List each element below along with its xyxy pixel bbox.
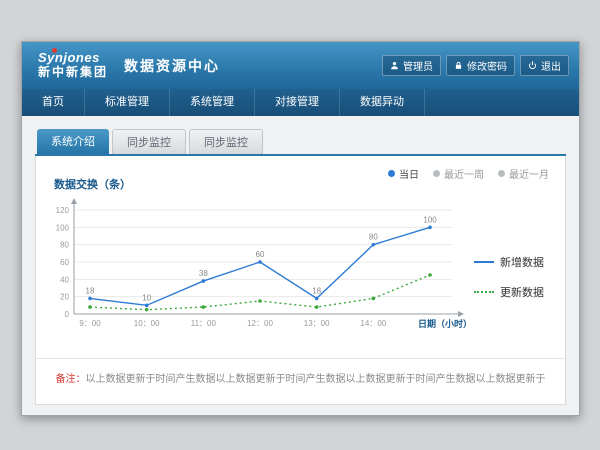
logo-dot-icon bbox=[52, 48, 57, 53]
svg-text:10：00: 10：00 bbox=[134, 319, 160, 328]
legend-item-label: 更新数据 bbox=[500, 284, 544, 300]
line-swatch-icon bbox=[474, 291, 494, 293]
title-bar: Synjones 新中新集团 数据资源中心 管理员 修改密码 退出 bbox=[22, 42, 579, 89]
change-password-button[interactable]: 修改密码 bbox=[446, 55, 515, 76]
svg-text:11：00: 11：00 bbox=[191, 319, 217, 328]
svg-text:0: 0 bbox=[65, 310, 70, 319]
svg-text:日期（小时）: 日期（小时） bbox=[418, 318, 472, 329]
chart-row: 0 20 40 60 80 100 120 9：00 10：00 11：00 12：00 13：00 1… bbox=[44, 194, 559, 346]
nav-item-home[interactable]: 首页 bbox=[22, 89, 85, 116]
svg-text:38: 38 bbox=[199, 269, 208, 278]
svg-text:13：00: 13：00 bbox=[304, 319, 330, 328]
filter-today-label: 当日 bbox=[399, 166, 419, 181]
tabs-bar: 系统介绍 同步监控 同步监控 bbox=[35, 129, 566, 156]
filter-today[interactable]: 当日 bbox=[388, 166, 419, 181]
dot-icon bbox=[433, 170, 440, 177]
titlebar-actions: 管理员 修改密码 退出 bbox=[382, 55, 569, 76]
nav-item-integration-mgmt[interactable]: 对接管理 bbox=[255, 89, 340, 116]
logout-button[interactable]: 退出 bbox=[520, 55, 569, 76]
line-swatch-icon bbox=[474, 261, 494, 263]
legend-item-label: 新增数据 bbox=[500, 254, 544, 270]
svg-text:80: 80 bbox=[60, 241, 69, 250]
filter-last-month-label: 最近一月 bbox=[509, 166, 549, 181]
remark-bar: 备注：以上数据更新于时间产生数据以上数据更新于时间产生数据以上数据更新于时间产生… bbox=[36, 358, 565, 404]
brand-logo: Synjones 新中新集团 bbox=[38, 51, 108, 80]
app-window: Synjones 新中新集团 数据资源中心 管理员 修改密码 退出 bbox=[21, 41, 580, 416]
line-chart: 0 20 40 60 80 100 120 9：00 10：00 11：00 12：00 13：00 1… bbox=[44, 194, 474, 346]
admin-button[interactable]: 管理员 bbox=[382, 55, 441, 76]
filter-last-week[interactable]: 最近一周 bbox=[433, 166, 484, 181]
svg-text:10: 10 bbox=[142, 293, 151, 302]
lock-icon bbox=[454, 61, 463, 70]
svg-text:20: 20 bbox=[60, 293, 69, 302]
power-icon bbox=[528, 61, 537, 70]
svg-text:100: 100 bbox=[56, 223, 70, 232]
remark-text: 以上数据更新于时间产生数据以上数据更新于时间产生数据以上数据更新于时间产生数据以… bbox=[86, 374, 546, 385]
svg-text:18: 18 bbox=[312, 286, 321, 295]
dot-icon bbox=[498, 170, 505, 177]
user-icon bbox=[390, 61, 399, 70]
nav-item-standard-mgmt[interactable]: 标准管理 bbox=[85, 89, 170, 116]
brand-name: Synjones bbox=[38, 51, 108, 65]
nav-item-data-change[interactable]: 数据异动 bbox=[340, 89, 425, 116]
svg-text:80: 80 bbox=[369, 233, 378, 242]
change-password-button-label: 修改密码 bbox=[467, 58, 507, 73]
svg-text:12：00: 12：00 bbox=[247, 319, 273, 328]
tab-sync-monitor-2[interactable]: 同步监控 bbox=[189, 129, 263, 154]
svg-text:18: 18 bbox=[86, 286, 95, 295]
logout-button-label: 退出 bbox=[541, 58, 561, 73]
tab-sync-monitor-1[interactable]: 同步监控 bbox=[112, 129, 186, 154]
svg-text:100: 100 bbox=[423, 215, 437, 224]
remark-label: 备注： bbox=[56, 374, 86, 385]
svg-text:60: 60 bbox=[256, 250, 265, 259]
svg-text:60: 60 bbox=[60, 258, 69, 267]
main-nav: 首页 标准管理 系统管理 对接管理 数据异动 bbox=[22, 89, 579, 116]
range-filters: 当日 最近一周 最近一月 bbox=[388, 166, 549, 181]
svg-text:40: 40 bbox=[60, 275, 69, 284]
brand-subtitle: 新中新集团 bbox=[38, 65, 108, 80]
admin-button-label: 管理员 bbox=[403, 58, 433, 73]
chart-panel: 当日 最近一周 最近一月 数据交换（条） 0204060801001209：00… bbox=[35, 156, 566, 405]
nav-item-system-mgmt[interactable]: 系统管理 bbox=[170, 89, 255, 116]
chart-section: 当日 最近一周 最近一月 数据交换（条） 0204060801001209：00… bbox=[36, 156, 565, 358]
filter-last-month[interactable]: 最近一月 bbox=[498, 166, 549, 181]
filter-last-week-label: 最近一周 bbox=[444, 166, 484, 181]
page-title: 数据资源中心 bbox=[124, 56, 220, 76]
svg-text:9：00: 9：00 bbox=[79, 319, 101, 328]
chart-legend: 新增数据 更新数据 bbox=[474, 194, 558, 346]
legend-item-new-data[interactable]: 新增数据 bbox=[474, 254, 558, 270]
content-area: 系统介绍 同步监控 同步监控 当日 最近一周 最近一月 bbox=[22, 116, 579, 415]
svg-text:14：00: 14：00 bbox=[360, 319, 386, 328]
dot-icon bbox=[388, 170, 395, 177]
tab-system-intro[interactable]: 系统介绍 bbox=[37, 129, 109, 154]
svg-text:120: 120 bbox=[56, 206, 70, 215]
legend-item-updated-data[interactable]: 更新数据 bbox=[474, 284, 558, 300]
